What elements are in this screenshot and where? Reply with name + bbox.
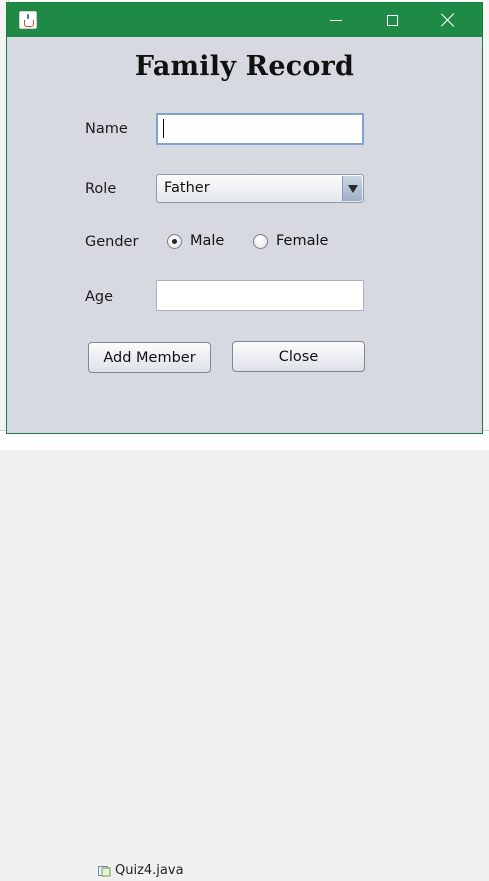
ide-right-panel [482,0,489,449]
ide-file-name: Quiz4.java [115,863,184,878]
radio-selected-icon[interactable] [167,233,182,249]
form-heading: Family Record [134,51,355,82]
age-input[interactable] [156,280,364,311]
name-label: Name [85,121,128,137]
radio-unselected-icon[interactable] [253,233,268,249]
add-member-button[interactable]: Add Member [88,342,211,373]
java-file-icon [98,865,111,877]
maximize-icon [386,14,398,26]
ide-file-item[interactable]: Quiz4.java [98,863,184,878]
chevron-down-icon [347,184,358,193]
dropdown-arrow-button[interactable] [342,176,362,201]
gender-radio-male[interactable]: Male [167,233,224,249]
java-app-icon [19,11,37,29]
gender-option-label: Male [190,233,225,249]
close-icon [441,13,455,27]
family-record-window: Family Record Name Role Father Gender Ma… [6,2,483,434]
gender-label: Gender [85,234,139,250]
minimize-button[interactable] [313,3,359,37]
gender-radio-female[interactable]: Female [253,233,328,249]
window-titlebar[interactable] [7,3,482,37]
age-label: Age [85,289,114,305]
role-selected-value: Father [164,180,210,196]
role-label: Role [85,181,117,197]
role-dropdown[interactable]: Father [156,174,364,203]
gender-option-label: Female [276,233,329,249]
name-input[interactable] [156,113,364,145]
maximize-button[interactable] [369,3,415,37]
close-window-button[interactable] [425,3,471,37]
close-button[interactable]: Close [232,341,365,372]
minimize-icon [330,19,342,21]
text-caret [163,119,164,138]
